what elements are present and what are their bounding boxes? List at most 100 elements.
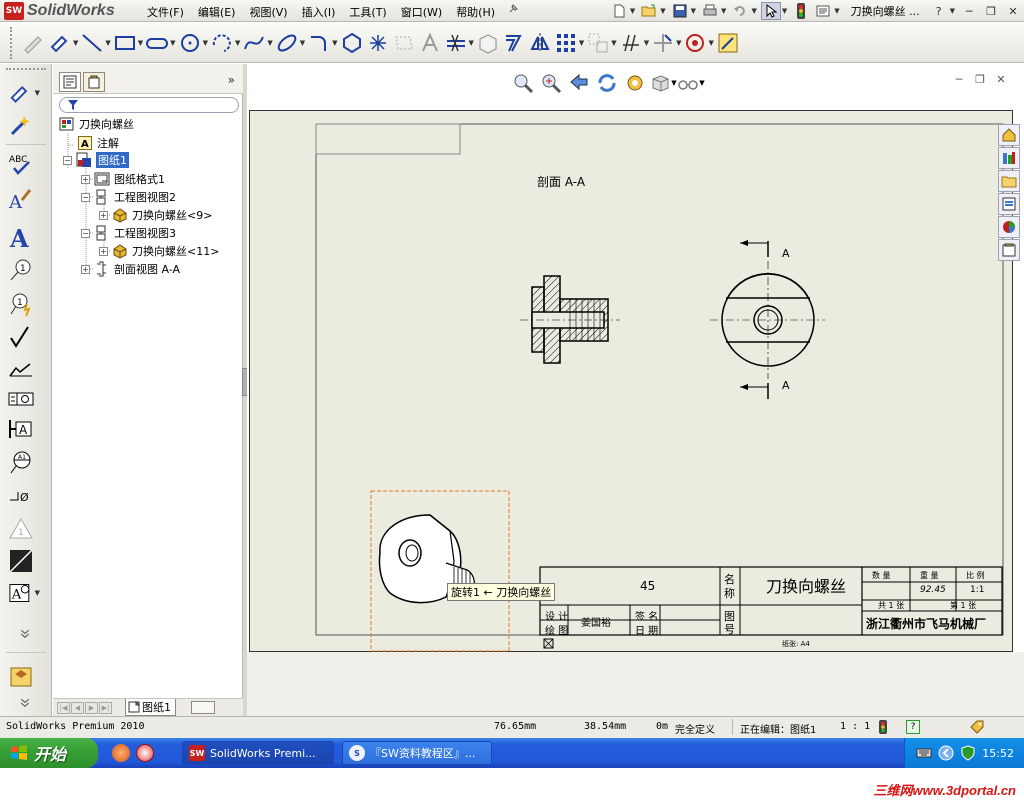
chevron-down-icon[interactable]: ▼ xyxy=(691,7,696,15)
smart-dimension-icon[interactable]: ▼ xyxy=(8,78,40,108)
restore-icon[interactable]: ❐ xyxy=(982,3,1000,19)
point-icon[interactable] xyxy=(366,28,390,58)
help-icon[interactable]: ? xyxy=(930,3,948,19)
quick-snaps-icon[interactable]: ▼ xyxy=(683,28,714,58)
more-tools-chevron-icon[interactable] xyxy=(18,624,50,644)
previous-sheet-icon[interactable]: ◀ xyxy=(71,702,84,714)
area-hatch-icon[interactable] xyxy=(8,546,40,576)
drawing-sheet[interactable]: 剖面 A-A A A 旋转1 ← 刀换向螺丝 45 名 称 刀换向螺丝 图 号 … xyxy=(249,110,1013,652)
close-icon[interactable]: ✕ xyxy=(992,72,1010,86)
weld-symbol-icon[interactable] xyxy=(8,354,40,384)
tree-item-drawing-view2[interactable]: − 工程图视图2 xyxy=(81,188,176,206)
first-sheet-icon[interactable]: |◀ xyxy=(57,702,70,714)
status-scale[interactable]: 1 : 1 xyxy=(840,721,870,732)
firefox-icon[interactable] xyxy=(112,744,130,762)
next-sheet-icon[interactable]: ▶ xyxy=(85,702,98,714)
slot-icon[interactable]: ▼ xyxy=(145,28,176,58)
solidworks-resources-home-icon[interactable] xyxy=(998,124,1020,146)
task-browser[interactable]: S 『SW资料教程区』... xyxy=(342,741,492,765)
section-view-a-a[interactable] xyxy=(520,275,620,364)
toolbar-grip[interactable] xyxy=(10,26,15,59)
custom-properties-icon[interactable] xyxy=(998,239,1020,261)
menu-edit[interactable]: 编辑(E) xyxy=(191,0,243,22)
expand-toggle-icon[interactable]: + xyxy=(81,264,90,274)
tree-item-root[interactable]: 刀换向螺丝 xyxy=(59,115,134,133)
help-icon[interactable]: ? xyxy=(906,720,920,734)
view-settings-icon[interactable] xyxy=(621,71,649,95)
chevron-down-icon[interactable]: ▼ xyxy=(950,7,955,15)
security-shield-icon[interactable] xyxy=(960,745,976,761)
menu-view[interactable]: 视图(V) xyxy=(242,0,294,22)
zoom-to-fit-icon[interactable] xyxy=(509,71,537,95)
ellipse-icon[interactable]: ▼ xyxy=(275,28,305,58)
tray-expand-icon[interactable] xyxy=(938,745,954,761)
minimize-icon[interactable]: ─ xyxy=(950,72,968,86)
tree-item-section-view[interactable]: + 剖面视图 A-A xyxy=(81,260,180,278)
restore-icon[interactable]: ❐ xyxy=(971,72,989,86)
tree-item-annotations[interactable]: A 注解 xyxy=(77,134,119,152)
undo-icon[interactable] xyxy=(730,2,750,20)
tree-item-sheet-format[interactable]: + 图纸格式1 xyxy=(81,170,165,188)
chevron-down-icon[interactable]: ▼ xyxy=(782,7,787,15)
chevron-down-icon[interactable]: ▼ xyxy=(834,7,839,15)
display-style-cube-icon[interactable]: ▼ xyxy=(649,71,677,95)
geometric-tolerance-icon[interactable] xyxy=(8,384,40,414)
expand-toggle-icon[interactable]: + xyxy=(99,246,108,256)
offset-entities-icon[interactable] xyxy=(502,28,526,58)
view-palette-icon[interactable] xyxy=(998,193,1020,215)
minimize-icon[interactable]: ─ xyxy=(960,3,978,19)
linear-pattern-icon[interactable]: ▼ xyxy=(554,28,584,58)
start-button[interactable]: 开始 xyxy=(0,738,98,768)
menu-window[interactable]: 窗口(W) xyxy=(394,0,449,22)
save-icon[interactable] xyxy=(670,2,690,20)
sketch-icon[interactable] xyxy=(22,28,46,58)
collapse-toggle-icon[interactable]: − xyxy=(81,228,90,238)
auto-balloon-icon[interactable]: 1 xyxy=(8,290,40,320)
revision-symbol-icon[interactable]: 1 xyxy=(8,514,40,544)
toolbar-overflow-chevron-icon[interactable] xyxy=(18,694,50,712)
menu-insert[interactable]: 插入(I) xyxy=(295,0,343,22)
menu-tools[interactable]: 工具(T) xyxy=(342,0,393,22)
surface-finish-icon[interactable] xyxy=(8,322,40,352)
rebuild-traffic-light-icon[interactable] xyxy=(791,2,811,20)
trim-entities-icon[interactable]: ▼ xyxy=(444,28,474,58)
spline-icon[interactable]: ▼ xyxy=(242,28,273,58)
mirror-entities-icon[interactable] xyxy=(528,28,552,58)
sheet-tab-sheet1[interactable]: 图纸1 xyxy=(125,699,176,716)
keyboard-icon[interactable] xyxy=(916,745,932,761)
new-document-icon[interactable] xyxy=(609,2,629,20)
expand-panel-icon[interactable]: » xyxy=(228,73,235,87)
appearances-icon[interactable] xyxy=(998,216,1020,238)
rectangle-icon[interactable]: ▼ xyxy=(113,28,143,58)
repair-sketch-icon[interactable]: ▼ xyxy=(651,28,681,58)
last-sheet-icon[interactable]: ▶| xyxy=(99,702,112,714)
line-icon[interactable]: ▼ xyxy=(80,28,111,58)
file-explorer-icon[interactable] xyxy=(998,170,1020,192)
design-library-icon[interactable] xyxy=(8,662,40,692)
task-solidworks[interactable]: SW SolidWorks Premi... xyxy=(182,741,334,765)
balloon-icon[interactable]: 1 xyxy=(8,256,40,286)
feature-filter-input[interactable] xyxy=(59,97,239,113)
previous-view-icon[interactable] xyxy=(565,71,593,95)
convert-entities-icon[interactable] xyxy=(476,28,500,58)
hole-callout-icon[interactable]: Ø xyxy=(8,480,40,510)
display-relations-icon[interactable]: ▼ xyxy=(619,28,649,58)
construction-geometry-icon[interactable] xyxy=(392,28,416,58)
pin-icon[interactable] xyxy=(503,0,523,18)
polygon-icon[interactable] xyxy=(340,28,364,58)
datum-target-icon[interactable]: A1 xyxy=(8,448,40,478)
front-view[interactable] xyxy=(710,240,825,399)
menu-file[interactable]: 文件(F) xyxy=(140,0,191,22)
rapid-sketch-icon[interactable] xyxy=(716,28,740,58)
alarm-clock-icon[interactable] xyxy=(136,744,154,762)
tree-item-sheet1[interactable]: − 图纸1 xyxy=(63,151,129,169)
tree-item-part-11[interactable]: + 刀换向螺丝<11> xyxy=(99,242,219,260)
smart-dimension-icon[interactable]: ▼ xyxy=(48,28,78,58)
datum-feature-icon[interactable]: A xyxy=(8,414,40,444)
open-folder-icon[interactable] xyxy=(639,2,659,20)
tag-icon[interactable] xyxy=(970,720,984,734)
expand-toggle-icon[interactable]: + xyxy=(99,210,108,220)
options-icon[interactable] xyxy=(813,2,833,20)
circle-icon[interactable]: ▼ xyxy=(178,28,208,58)
arc-icon[interactable]: ▼ xyxy=(210,28,240,58)
